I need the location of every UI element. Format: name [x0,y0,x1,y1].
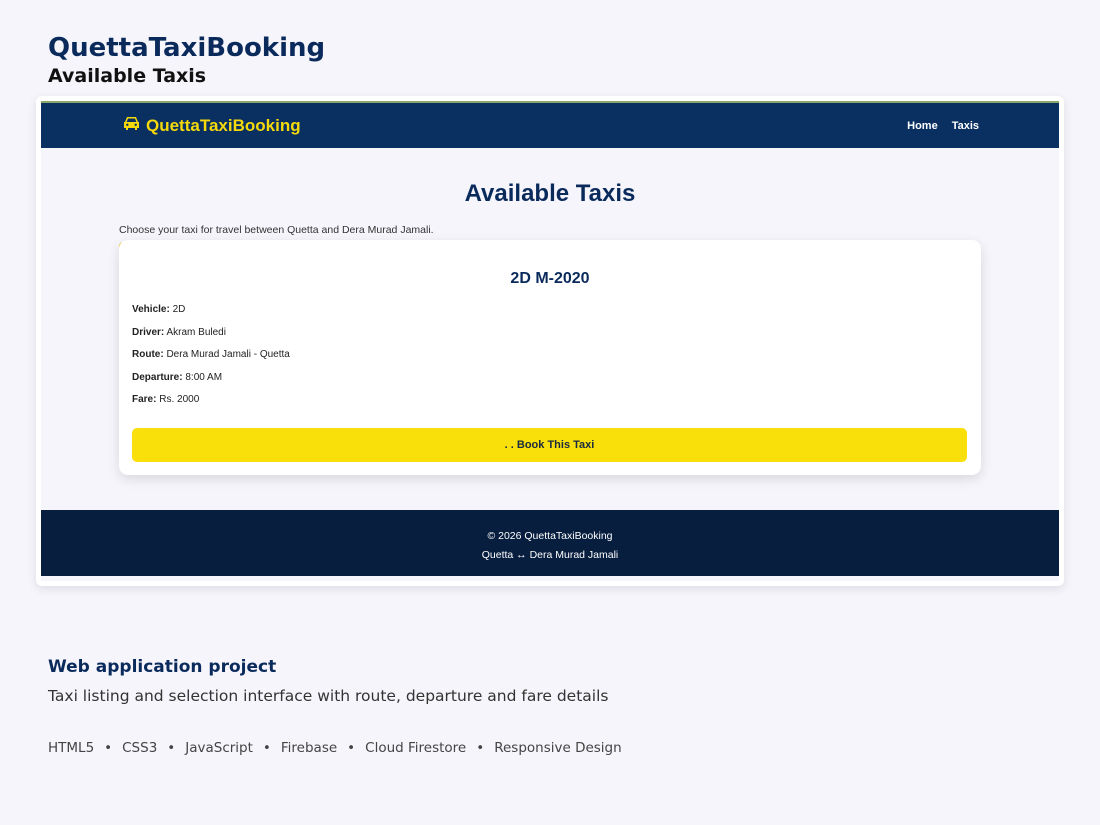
page-header: QuettaTaxiBooking Available Taxis [48,32,325,88]
website-preview: QuettaTaxiBooking Home Taxis Available T… [41,101,1059,581]
tech-item: Cloud Firestore [365,740,467,756]
tech-item: Responsive Design [494,740,622,756]
detail-route: Route: Dera Murad Jamali - Quetta [132,348,968,362]
project-title: Web application project [48,657,277,677]
detail-label: Fare: [132,394,157,405]
taxi-card: 2D M-2020 Vehicle: 2D Driver: Akram Bule… [119,240,981,475]
detail-driver: Driver: Akram Buledi [132,326,968,340]
separator-dot: • [476,740,485,756]
page-subtitle: Available Taxis [48,65,207,87]
separator-dot: • [347,740,356,756]
footer-route: Quetta ↔ Dera Murad Jamali [481,549,619,561]
site-page-title: Available Taxis [464,180,636,207]
project-section: Web application project Taxi listing and… [48,656,622,757]
site-footer: © 2026 QuettaTaxiBooking Quetta ↔ Dera M… [41,510,1059,576]
taxi-details: Vehicle: 2D Driver: Akram Buledi Route: … [132,303,968,407]
detail-value: 2D [172,304,186,315]
detail-label: Driver: [132,326,165,338]
nav-links: Home Taxis [907,120,979,132]
nav-home-link[interactable]: Home [907,120,938,132]
taxi-icon [123,116,140,135]
detail-label: Departure: [132,371,183,383]
tech-item: HTML5 [48,740,95,756]
detail-value: Dera Murad Jamali - Quetta [166,349,290,360]
detail-label: Route: [132,349,164,360]
screenshot-frame: QuettaTaxiBooking Home Taxis Available T… [36,96,1064,586]
separator-dot: • [262,740,271,756]
detail-value: 8:00 AM [185,371,223,383]
project-description: Taxi listing and selection interface wit… [48,687,609,705]
brand-name: QuettaTaxiBooking [146,115,301,135]
nav-taxis-link[interactable]: Taxis [952,120,979,132]
tech-stack-list: HTML5 • CSS3 • JavaScript • Firebase • C… [48,739,622,757]
intro-text: Choose your taxi for travel between Quet… [119,224,434,236]
detail-value: Rs. 2000 [159,394,200,405]
detail-fare: Fare: Rs. 2000 [132,393,968,407]
tech-item: JavaScript [185,740,253,756]
footer-copyright: © 2026 QuettaTaxiBooking [487,530,613,542]
detail-vehicle: Vehicle: 2D [132,303,968,317]
site-navbar: QuettaTaxiBooking Home Taxis [41,101,1059,148]
detail-value: Akram Buledi [166,326,226,338]
separator-dot: • [167,740,176,756]
detail-label: Vehicle: [132,304,170,315]
page-title: QuettaTaxiBooking [48,33,326,63]
separator-dot: • [104,740,113,756]
brand-logo[interactable]: QuettaTaxiBooking [123,116,301,136]
tech-item: CSS3 [122,740,158,756]
detail-departure: Departure: 8:00 AM [132,371,968,385]
book-taxi-button[interactable]: . . Book This Taxi [132,428,967,462]
taxi-card-title: 2D M-2020 [510,270,590,287]
tech-item: Firebase [280,740,338,756]
